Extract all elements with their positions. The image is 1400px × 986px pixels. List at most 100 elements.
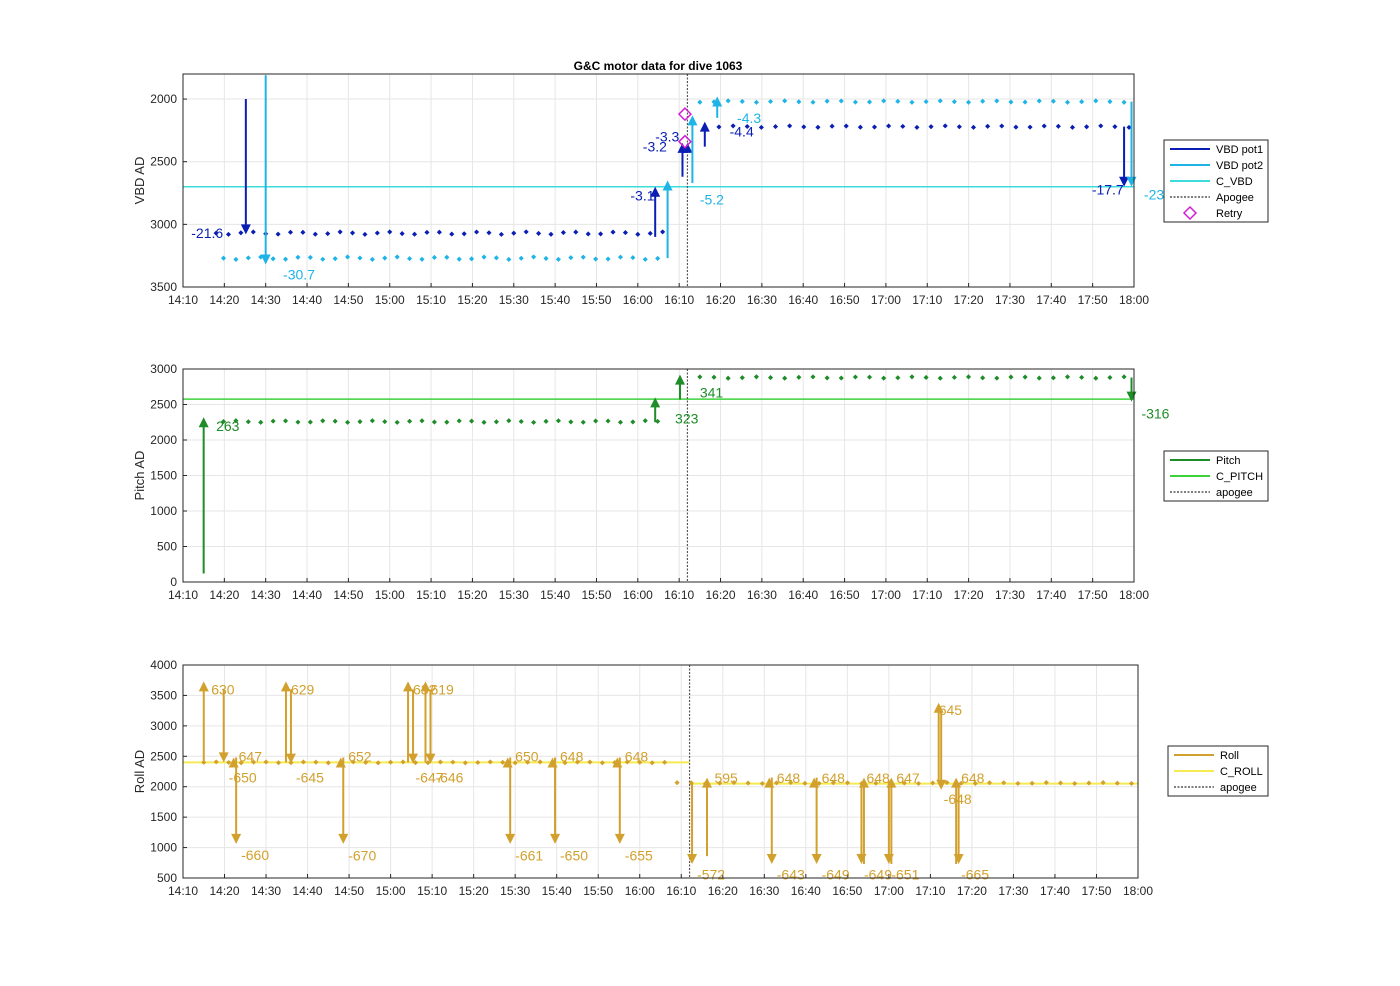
x-tick-label: 15:20 [459, 884, 489, 898]
x-tick-label: 17:30 [995, 293, 1025, 307]
y-tick-label: 1500 [150, 469, 177, 483]
x-tick-label: 14:20 [209, 884, 239, 898]
move-annotation: 647 [239, 748, 263, 764]
legend-label: Apogee [1216, 192, 1254, 204]
move-annotation: -3.2 [643, 139, 667, 155]
x-tick-label: 16:30 [747, 588, 777, 602]
legend: Roll C_ROLLapogee [1167, 745, 1269, 797]
move-annotation: 341 [700, 384, 724, 400]
x-tick-label: 15:00 [375, 293, 405, 307]
move-annotation: 323 [675, 411, 699, 427]
move-annotation: 263 [216, 418, 240, 434]
x-tick-label: 14:20 [209, 588, 239, 602]
x-tick-label: 16:20 [706, 293, 736, 307]
y-tick-label: 3000 [150, 217, 177, 231]
legend-label: Retry [1216, 208, 1243, 220]
move-annotation: -30.7 [283, 266, 315, 282]
y-tick-label: 2500 [150, 749, 177, 763]
move-annotation: 652 [348, 748, 372, 764]
x-tick-label: 17:30 [995, 588, 1025, 602]
x-tick-label: 17:00 [874, 884, 904, 898]
x-tick-label: 14:30 [251, 588, 281, 602]
x-tick-label: 16:50 [832, 884, 862, 898]
legend-label: C_ROLL [1220, 766, 1263, 778]
move-annotation: -21.6 [191, 225, 223, 241]
move-annotation: 648 [961, 770, 985, 786]
move-annotation: -4.3 [737, 110, 761, 126]
x-tick-label: 17:20 [954, 293, 984, 307]
legend-label: Pitch [1216, 455, 1240, 467]
move-annotation: -650 [560, 847, 588, 863]
chart-panel-3: 14:10 14:20 14:30 14:40 14:50 15:00 15:10 15:20… [132, 658, 1269, 898]
y-tick-label: 1000 [150, 841, 177, 855]
x-tick-label: 15:40 [542, 884, 572, 898]
x-tick-label: 16:00 [623, 293, 653, 307]
y-tick-label: 2500 [150, 155, 177, 169]
x-tick-label: 17:40 [1036, 588, 1066, 602]
y-tick-label: 0 [170, 575, 177, 589]
move-annotation: -670 [348, 847, 376, 863]
y-tick-label: 1500 [150, 810, 177, 824]
x-tick-label: 15:40 [540, 293, 570, 307]
move-annotation: 647 [896, 770, 920, 786]
x-tick-label: 16:40 [791, 884, 821, 898]
move-annotation: -316 [1141, 406, 1169, 422]
x-tick-label: 17:10 [915, 884, 945, 898]
y-tick-label: 3500 [150, 688, 177, 702]
move-annotation: -23 [1144, 186, 1164, 202]
x-tick-label: 16:30 [747, 293, 777, 307]
move-annotation: 648 [777, 770, 801, 786]
move-annotation: -649 [822, 866, 850, 882]
x-tick-label: 17:00 [871, 293, 901, 307]
move-annotation: -17.7 [1092, 181, 1124, 197]
x-tick-label: 14:20 [209, 293, 239, 307]
legend: Pitch C_PITCHapogee [1163, 450, 1269, 502]
chart-panel-2: 14:10 14:20 14:30 14:40 14:50 15:00 15:10 15:20… [132, 362, 1269, 602]
move-annotation: -655 [625, 847, 653, 863]
y-tick-label: 1000 [150, 504, 177, 518]
x-tick-label: 16:50 [830, 588, 860, 602]
move-annotation: 648 [822, 770, 846, 786]
x-tick-label: 14:40 [292, 293, 322, 307]
move-annotation: 645 [939, 702, 963, 718]
move-annotation: 650 [515, 748, 539, 764]
x-tick-label: 14:40 [293, 884, 323, 898]
plot-area [183, 665, 1138, 878]
move-annotation: 619 [430, 681, 454, 697]
y-axis-label: Roll AD [132, 750, 147, 793]
x-tick-label: 16:40 [788, 293, 818, 307]
x-tick-label: 15:40 [540, 588, 570, 602]
move-annotation: -661 [515, 847, 543, 863]
x-tick-label: 15:50 [581, 588, 611, 602]
move-annotation: -3.1 [630, 188, 654, 204]
legend: VBD pot1 VBD pot2 C_VBD Apogee Retry [1163, 139, 1269, 223]
y-tick-label: 3000 [150, 719, 177, 733]
x-tick-label: 14:50 [333, 588, 363, 602]
x-tick-label: 14:10 [168, 293, 198, 307]
x-tick-label: 17:50 [1081, 884, 1111, 898]
plot-area [183, 74, 1134, 287]
x-tick-label: 17:10 [912, 588, 942, 602]
x-tick-label: 15:30 [499, 588, 529, 602]
x-tick-label: 15:10 [416, 588, 446, 602]
x-tick-label: 14:10 [168, 884, 198, 898]
move-annotation: -572 [697, 866, 725, 882]
x-tick-label: 16:20 [706, 588, 736, 602]
x-tick-label: 15:20 [457, 293, 487, 307]
move-annotation: -650 [229, 770, 257, 786]
y-tick-label: 500 [157, 871, 177, 885]
y-axis-label: VBD AD [132, 157, 147, 205]
x-tick-label: 16:40 [788, 588, 818, 602]
x-tick-label: 18:00 [1119, 293, 1149, 307]
x-tick-label: 17:50 [1078, 588, 1108, 602]
x-tick-label: 16:00 [623, 588, 653, 602]
move-annotation: -665 [961, 866, 989, 882]
y-tick-label: 3000 [150, 362, 177, 376]
x-tick-label: 15:10 [417, 884, 447, 898]
x-tick-label: 15:00 [376, 884, 406, 898]
x-tick-label: 15:10 [416, 293, 446, 307]
x-tick-label: 17:40 [1040, 884, 1070, 898]
move-annotation: -651 [891, 866, 919, 882]
move-annotation: -4.4 [730, 124, 754, 140]
y-tick-label: 2000 [150, 780, 177, 794]
